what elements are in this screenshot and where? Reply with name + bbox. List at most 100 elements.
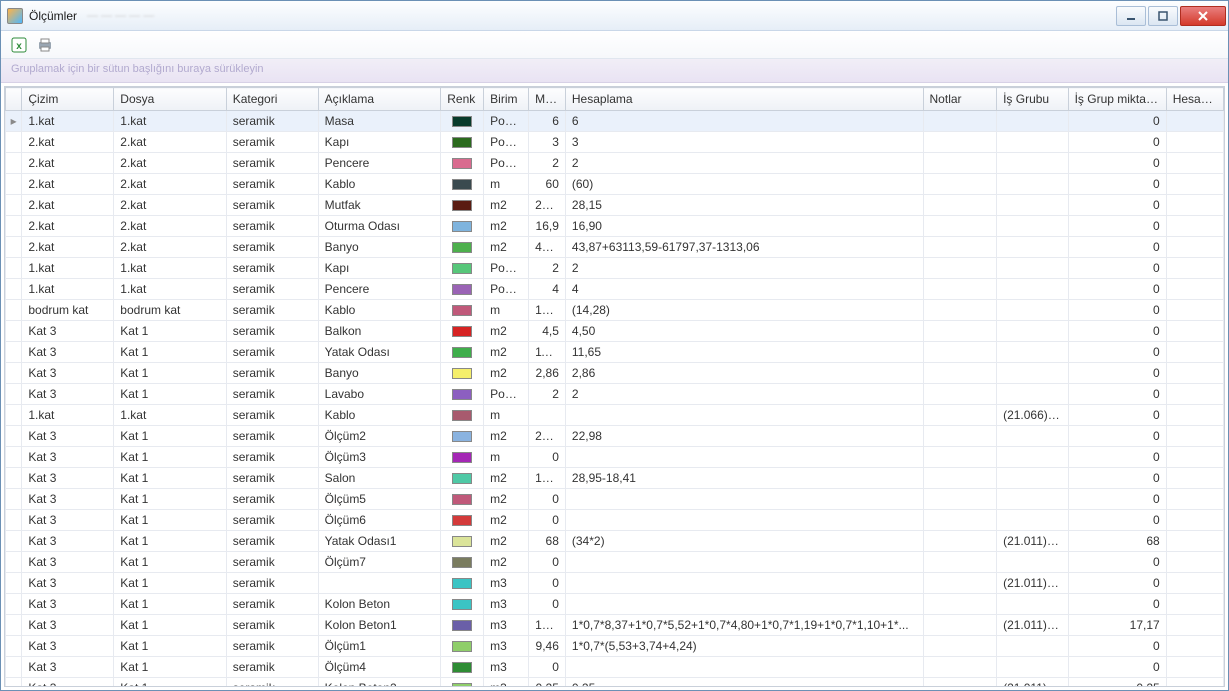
cell-birim[interactable]: m3 [484, 594, 529, 615]
cell-miktar[interactable]: 0,25 [529, 678, 566, 688]
cell-birim[interactable]: Pozlar [484, 384, 529, 405]
cell-dosya[interactable]: Kat 1 [114, 426, 226, 447]
table-row[interactable]: Kat 3Kat 1seramikLavaboPozlar220 [6, 384, 1224, 405]
cell-isgrupmiktar[interactable]: 0 [1068, 342, 1166, 363]
cell-aciklama[interactable]: Kolon Beton2 [318, 678, 441, 688]
table-row[interactable]: Kat 3Kat 1seramikKolon Betonm300 [6, 594, 1224, 615]
cell-hesapla[interactable] [1166, 132, 1223, 153]
cell-miktar[interactable]: 9,46 [529, 636, 566, 657]
cell-aciklama[interactable]: Kablo [318, 300, 441, 321]
cell-hesaplama[interactable]: (60) [565, 174, 923, 195]
cell-miktar[interactable]: 11,65 [529, 342, 566, 363]
cell-dosya[interactable]: Kat 1 [114, 615, 226, 636]
cell-dosya[interactable]: Kat 1 [114, 342, 226, 363]
cell-isgrupmiktar[interactable]: 0 [1068, 405, 1166, 426]
cell-hesaplama[interactable] [565, 510, 923, 531]
cell-dosya[interactable]: 1.kat [114, 258, 226, 279]
table-row[interactable]: 1.kat1.katseramikKapıPozlar220 [6, 258, 1224, 279]
cell-kategori[interactable]: seramik [226, 510, 318, 531]
cell-miktar[interactable]: 22,98 [529, 426, 566, 447]
cell-birim[interactable]: m3 [484, 636, 529, 657]
cell-kategori[interactable]: seramik [226, 321, 318, 342]
cell-dosya[interactable]: Kat 1 [114, 594, 226, 615]
cell-renk[interactable] [441, 321, 484, 342]
table-row[interactable]: Kat 3Kat 1seramikSalonm210,5428,95-18,41… [6, 468, 1224, 489]
cell-renk[interactable] [441, 132, 484, 153]
cell-notlar[interactable] [923, 321, 997, 342]
cell-kategori[interactable]: seramik [226, 363, 318, 384]
cell-renk[interactable] [441, 111, 484, 132]
cell-notlar[interactable] [923, 342, 997, 363]
cell-miktar[interactable] [529, 405, 566, 426]
cell-kategori[interactable]: seramik [226, 216, 318, 237]
cell-isgrubu[interactable]: (21.066) İ... [997, 405, 1069, 426]
cell-birim[interactable]: m3 [484, 678, 529, 688]
cell-isgrupmiktar[interactable]: 0,25 [1068, 678, 1166, 688]
cell-kategori[interactable]: seramik [226, 489, 318, 510]
cell-hesaplama[interactable] [565, 489, 923, 510]
cell-kategori[interactable]: seramik [226, 615, 318, 636]
cell-kategori[interactable]: seramik [226, 447, 318, 468]
cell-isgrupmiktar[interactable]: 0 [1068, 237, 1166, 258]
cell-cizim[interactable]: Kat 3 [22, 384, 114, 405]
cell-dosya[interactable]: 2.kat [114, 216, 226, 237]
cell-aciklama[interactable]: Kablo [318, 405, 441, 426]
cell-cizim[interactable]: 2.kat [22, 195, 114, 216]
cell-aciklama[interactable]: Kablo [318, 174, 441, 195]
table-row[interactable]: Kat 3Kat 1seramikÖlçüm7m200 [6, 552, 1224, 573]
print-icon[interactable] [37, 37, 53, 53]
cell-hesapla[interactable] [1166, 321, 1223, 342]
cell-kategori[interactable]: seramik [226, 678, 318, 688]
table-row[interactable]: Kat 3Kat 1seramikKolon Beton1m317,171*0,… [6, 615, 1224, 636]
cell-aciklama[interactable]: Oturma Odası [318, 216, 441, 237]
cell-hesapla[interactable] [1166, 153, 1223, 174]
cell-dosya[interactable]: Kat 1 [114, 363, 226, 384]
cell-dosya[interactable]: Kat 1 [114, 678, 226, 688]
cell-miktar[interactable]: 68 [529, 531, 566, 552]
cell-notlar[interactable] [923, 195, 997, 216]
cell-kategori[interactable]: seramik [226, 258, 318, 279]
table-row[interactable]: 1.kat1.katseramikPencerePozlar440 [6, 279, 1224, 300]
cell-isgrupmiktar[interactable]: 0 [1068, 174, 1166, 195]
cell-aciklama[interactable]: Ölçüm1 [318, 636, 441, 657]
cell-birim[interactable]: m2 [484, 321, 529, 342]
cell-birim[interactable]: m2 [484, 552, 529, 573]
cell-aciklama[interactable]: Salon [318, 468, 441, 489]
table-row[interactable]: ▸1.kat1.katseramikMasaPozlar660 [6, 111, 1224, 132]
cell-hesapla[interactable] [1166, 657, 1223, 678]
cell-kategori[interactable]: seramik [226, 531, 318, 552]
cell-hesaplama[interactable]: 2 [565, 153, 923, 174]
cell-hesapla[interactable] [1166, 279, 1223, 300]
group-panel[interactable]: Gruplamak için bir sütun başlığını buray… [1, 59, 1228, 83]
cell-miktar[interactable]: 6 [529, 111, 566, 132]
cell-renk[interactable] [441, 258, 484, 279]
table-row[interactable]: 2.kat2.katseramikOturma Odasım216,916,90… [6, 216, 1224, 237]
cell-birim[interactable]: Pozlar [484, 153, 529, 174]
cell-renk[interactable] [441, 657, 484, 678]
cell-hesaplama[interactable]: 6 [565, 111, 923, 132]
cell-hesapla[interactable] [1166, 678, 1223, 688]
cell-cizim[interactable]: bodrum kat [22, 300, 114, 321]
cell-birim[interactable]: m2 [484, 216, 529, 237]
cell-birim[interactable]: m [484, 300, 529, 321]
cell-birim[interactable]: Pozlar [484, 111, 529, 132]
cell-dosya[interactable]: Kat 1 [114, 447, 226, 468]
cell-kategori[interactable]: seramik [226, 468, 318, 489]
cell-isgrupmiktar[interactable]: 17,17 [1068, 615, 1166, 636]
close-button[interactable] [1180, 6, 1226, 26]
cell-hesaplama[interactable]: 2 [565, 258, 923, 279]
cell-cizim[interactable]: Kat 3 [22, 573, 114, 594]
col-birim[interactable]: Birim [484, 88, 529, 111]
cell-notlar[interactable] [923, 552, 997, 573]
cell-isgrubu[interactable] [997, 195, 1069, 216]
cell-kategori[interactable]: seramik [226, 300, 318, 321]
cell-hesaplama[interactable]: 43,87+63113,59-61797,37-1313,06 [565, 237, 923, 258]
cell-birim[interactable]: m2 [484, 426, 529, 447]
cell-birim[interactable]: m [484, 405, 529, 426]
cell-kategori[interactable]: seramik [226, 405, 318, 426]
cell-hesaplama[interactable] [565, 594, 923, 615]
cell-dosya[interactable]: 2.kat [114, 132, 226, 153]
cell-dosya[interactable]: Kat 1 [114, 321, 226, 342]
cell-cizim[interactable]: 1.kat [22, 111, 114, 132]
cell-birim[interactable]: m2 [484, 531, 529, 552]
